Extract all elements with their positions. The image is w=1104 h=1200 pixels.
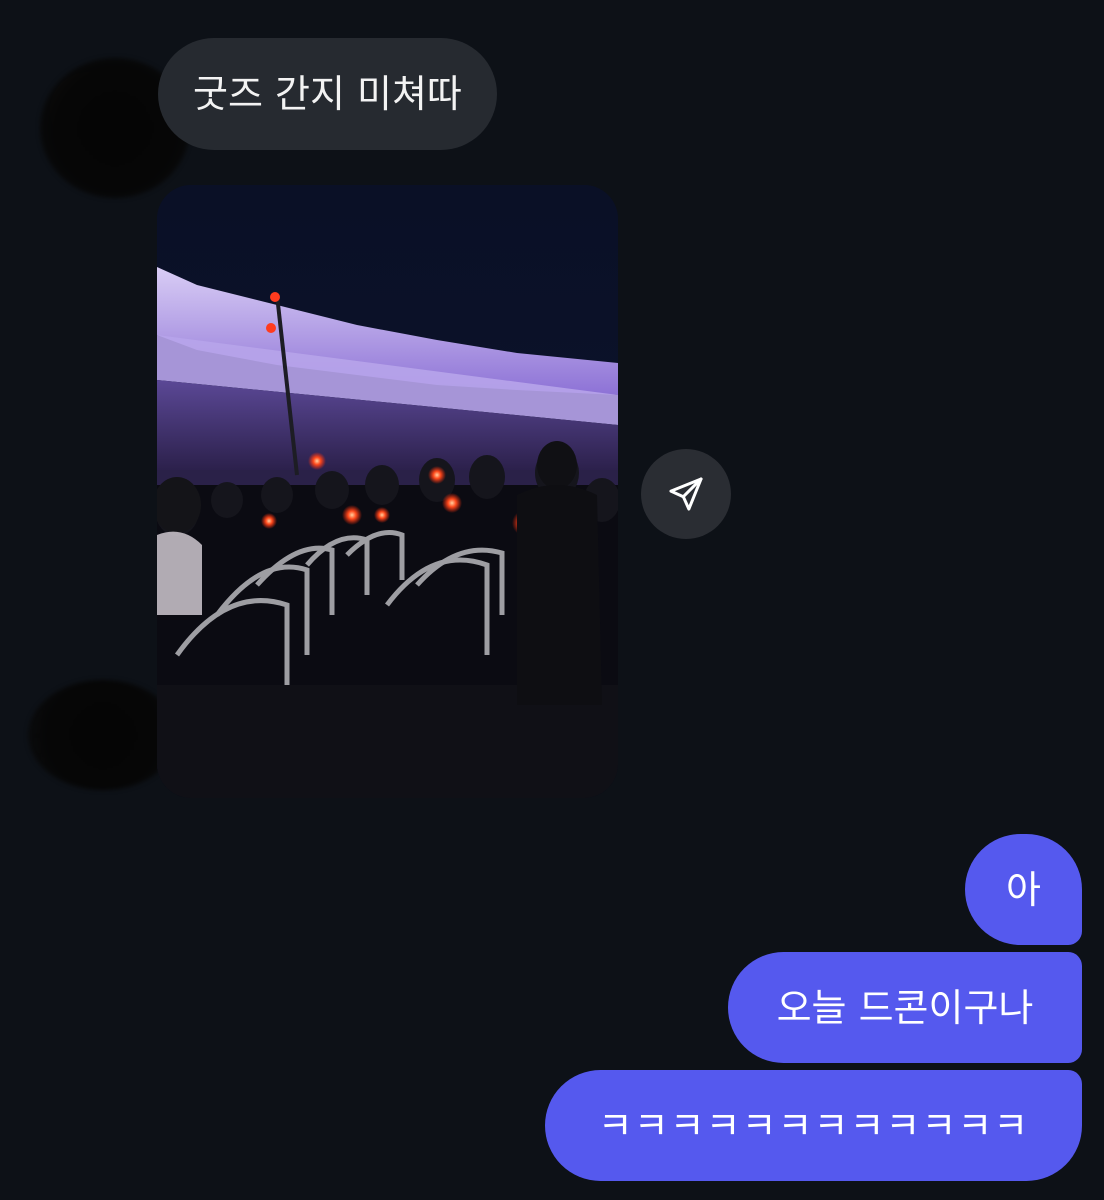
outgoing-message-bubble[interactable]: ㅋㅋㅋㅋㅋㅋㅋㅋㅋㅋㅋㅋ bbox=[545, 1070, 1082, 1181]
outgoing-message-text: ㅋㅋㅋㅋㅋㅋㅋㅋㅋㅋㅋㅋ bbox=[597, 1103, 1030, 1148]
incoming-message-text: 굿즈 간지 미쳐따 bbox=[193, 72, 462, 116]
send-icon bbox=[669, 477, 703, 511]
chat-thread: 굿즈 간지 미쳐따 아 오늘 드콘이구나 ㅋㅋㅋㅋㅋㅋㅋㅋㅋㅋㅋㅋ bbox=[0, 0, 1104, 1200]
outgoing-message-bubble[interactable]: 오늘 드콘이구나 bbox=[728, 952, 1082, 1063]
outgoing-message-bubble[interactable]: 아 bbox=[965, 834, 1082, 945]
outgoing-message-text: 아 bbox=[1006, 867, 1041, 912]
shared-photo[interactable] bbox=[157, 185, 618, 798]
share-button[interactable] bbox=[641, 449, 731, 539]
outgoing-message-text: 오늘 드콘이구나 bbox=[776, 985, 1034, 1030]
avatar-redaction bbox=[28, 680, 178, 790]
incoming-message-bubble[interactable]: 굿즈 간지 미쳐따 bbox=[158, 38, 497, 150]
